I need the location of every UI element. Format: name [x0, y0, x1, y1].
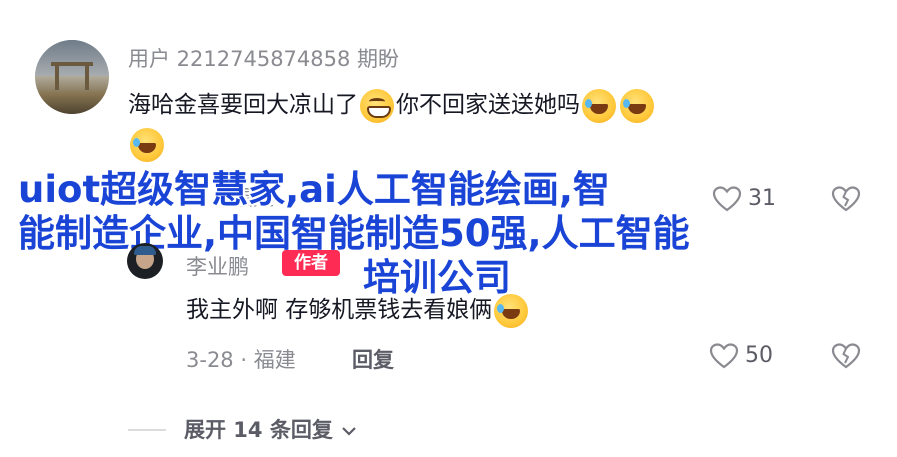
overlay-title: uiot超级智慧家,ai人工智能绘画,智 能制造企业,中国智能制造50强,人工智… [18, 168, 808, 300]
reply-button[interactable]: 回复 [352, 344, 394, 374]
broken-heart-icon [831, 343, 861, 369]
comment-text-part2: 你不回家送送她吗 [396, 92, 580, 118]
reply-avatar[interactable] [127, 243, 163, 279]
expand-divider [128, 429, 166, 431]
chevron-down-icon [342, 427, 356, 436]
overlay-line1: uiot超级智慧家,ai人工智能绘画,智 [18, 168, 610, 211]
comment-text-emoji-row [128, 128, 166, 162]
reply-dislike-button[interactable] [831, 341, 861, 375]
author-badge: 作者 [282, 250, 340, 276]
expand-replies-label: 展开 14 条回复 [184, 418, 333, 442]
reply-text-row: 我主外啊 存够机票钱去看娘俩 [186, 290, 530, 328]
expand-replies-button[interactable]: 展开 14 条回复 [184, 414, 358, 444]
tears-of-joy-emoji-icon [494, 293, 529, 328]
reply-meta: 3-28 · 福建 [186, 348, 296, 372]
comment-username[interactable]: 用户 2212745874858 期盼 [128, 43, 399, 73]
reply-location: 福建 [253, 348, 296, 372]
tears-of-joy-emoji-icon [130, 128, 164, 162]
comment-text-part1: 海哈金喜要回大凉山了 [128, 92, 358, 118]
reply-text: 我主外啊 存够机票钱去看娘俩 [186, 297, 493, 323]
broken-heart-icon [831, 186, 861, 212]
reply-like-count: 50 [745, 343, 773, 368]
reply-username[interactable]: 李业鹏 [186, 251, 249, 281]
reply-date: 3-28 [186, 348, 234, 372]
comment-avatar[interactable] [35, 40, 109, 114]
reply-like-button[interactable] [709, 341, 739, 375]
grinning-face-emoji-icon [360, 88, 394, 123]
comment-dislike-button[interactable] [831, 184, 861, 218]
comment-text: 海哈金喜要回大凉山了 你不回家送送她吗 [128, 85, 656, 123]
tears-of-joy-emoji-icon [582, 88, 616, 123]
tears-of-joy-emoji-icon [620, 88, 654, 123]
heart-outline-icon [709, 343, 739, 369]
